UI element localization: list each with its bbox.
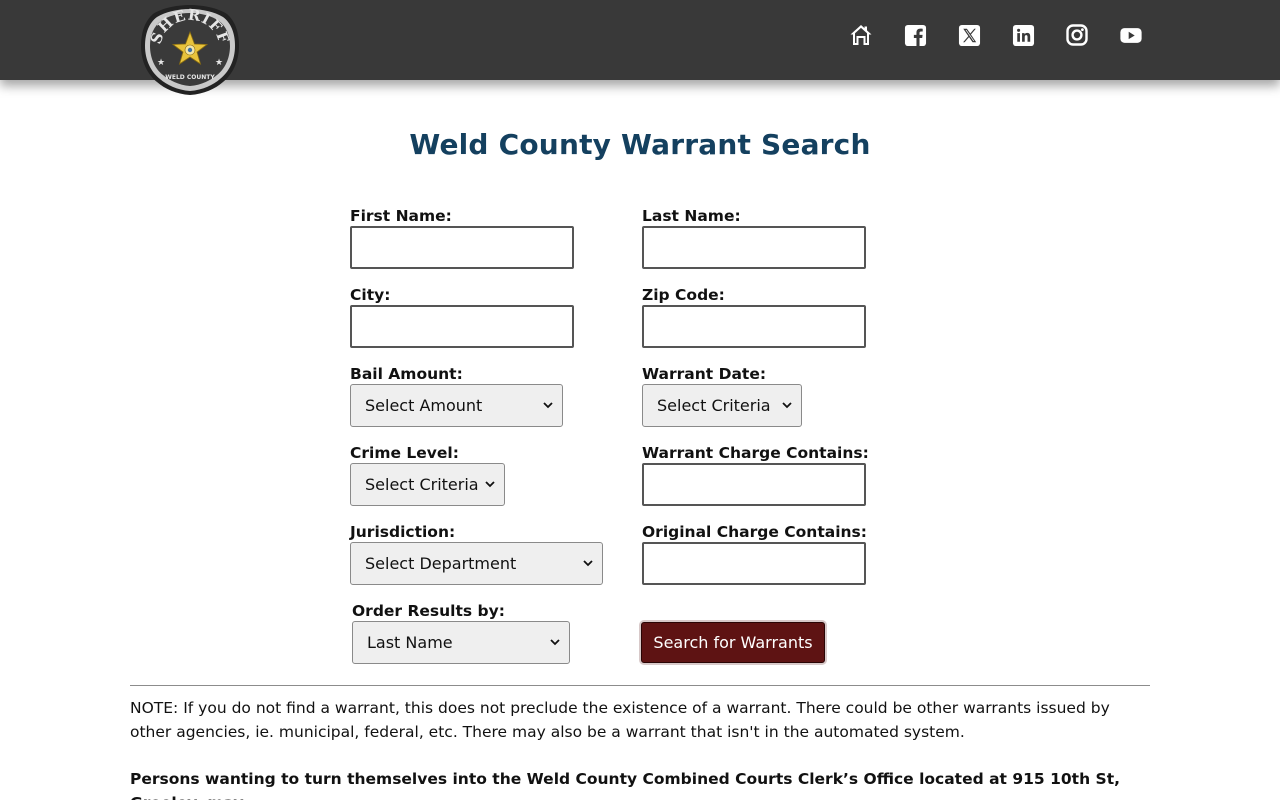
social-links xyxy=(849,22,1143,48)
chevron-down-icon xyxy=(485,481,495,488)
city-input[interactable] xyxy=(350,305,574,348)
first-name-label: First Name: xyxy=(350,207,452,225)
page-title: Weld County Warrant Search xyxy=(409,128,871,161)
warrant-date-select[interactable]: Select Criteria xyxy=(642,384,802,427)
order-by-value: Last Name xyxy=(367,633,453,652)
disclaimer-note: NOTE: If you do not find a warrant, this… xyxy=(130,699,1110,741)
x-icon[interactable] xyxy=(957,22,981,48)
original-charge-label: Original Charge Contains: xyxy=(642,523,867,541)
last-name-label: Last Name: xyxy=(642,207,741,225)
chevron-down-icon xyxy=(583,560,593,567)
bail-amount-label: Bail Amount: xyxy=(350,365,463,383)
city-label: City: xyxy=(350,286,391,304)
divider xyxy=(130,685,1150,686)
warrant-charge-input[interactable] xyxy=(642,463,866,506)
original-charge-input[interactable] xyxy=(642,542,866,585)
facebook-icon[interactable] xyxy=(903,22,927,48)
sheriff-badge-logo[interactable]: SHERIFF ★ ★ WELD COUNTY xyxy=(140,4,240,96)
first-name-input[interactable] xyxy=(350,226,574,269)
chevron-down-icon xyxy=(782,402,792,409)
zip-code-label: Zip Code: xyxy=(642,286,725,304)
jurisdiction-select[interactable]: Select Department xyxy=(350,542,603,585)
chevron-down-icon xyxy=(543,402,553,409)
bail-amount-value: Select Amount xyxy=(365,396,483,415)
order-by-label: Order Results by: xyxy=(352,602,505,620)
bail-amount-select[interactable]: Select Amount xyxy=(350,384,563,427)
crime-level-select[interactable]: Select Criteria xyxy=(350,463,505,506)
order-by-select[interactable]: Last Name xyxy=(352,621,570,664)
home-icon[interactable] xyxy=(849,22,873,48)
svg-text:★: ★ xyxy=(157,58,165,68)
jurisdiction-value: Select Department xyxy=(365,554,517,573)
last-name-input[interactable] xyxy=(642,226,866,269)
svg-text:★: ★ xyxy=(215,58,223,68)
warrant-date-value: Select Criteria xyxy=(657,396,771,415)
jurisdiction-label: Jurisdiction: xyxy=(350,523,456,541)
surrender-instructions: Persons wanting to turn themselves into … xyxy=(130,770,1120,800)
chevron-down-icon xyxy=(550,639,560,646)
crime-level-label: Crime Level: xyxy=(350,444,459,462)
zip-code-input[interactable] xyxy=(642,305,866,348)
badge-text-bottom: WELD COUNTY xyxy=(165,74,215,81)
crime-level-value: Select Criteria xyxy=(365,475,479,494)
youtube-icon[interactable] xyxy=(1119,22,1143,48)
linkedin-icon[interactable] xyxy=(1011,22,1035,48)
warrant-charge-label: Warrant Charge Contains: xyxy=(642,444,869,462)
warrant-date-label: Warrant Date: xyxy=(642,365,767,383)
search-warrants-button[interactable]: Search for Warrants xyxy=(641,622,825,663)
instagram-icon[interactable] xyxy=(1065,22,1089,48)
